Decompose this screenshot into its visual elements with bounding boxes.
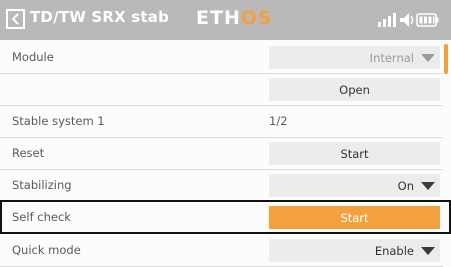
chevron-down-icon xyxy=(421,54,435,62)
row-open: Open xyxy=(0,74,443,106)
self-check-start-button[interactable]: Start xyxy=(269,206,440,229)
chevron-down-icon xyxy=(421,247,435,255)
signal-strength-icon xyxy=(378,13,396,27)
battery-icon xyxy=(416,13,439,27)
stabilizing-select[interactable]: On xyxy=(269,174,440,197)
logo-eth: ETH xyxy=(196,7,241,29)
volume-icon xyxy=(400,13,414,27)
open-button-label: Open xyxy=(339,83,370,97)
module-select-value: Internal xyxy=(369,51,414,65)
quick-mode-label: Quick mode xyxy=(12,243,81,257)
module-select[interactable]: Internal xyxy=(269,46,440,69)
stable-system-label: Stable system 1 xyxy=(12,114,105,128)
back-button[interactable] xyxy=(6,9,25,29)
row-reset: Reset Start xyxy=(0,138,443,170)
row-quick-mode: Quick mode Enable xyxy=(0,235,443,267)
screen: TD/TW SRX stab ETHOS Module Internal Ope… xyxy=(0,0,451,267)
row-stable-system: Stable system 1 1/2 xyxy=(0,106,443,138)
logo-os: OS xyxy=(240,7,273,29)
stabilizing-label: Stabilizing xyxy=(12,178,72,192)
chevron-down-icon xyxy=(421,182,435,190)
ethos-logo: ETHOS xyxy=(196,7,273,29)
row-stabilizing: Stabilizing On xyxy=(0,170,443,202)
quick-mode-select-value: Enable xyxy=(374,244,414,258)
page-title: TD/TW SRX stab xyxy=(30,8,170,26)
quick-mode-select[interactable]: Enable xyxy=(269,239,440,262)
back-arrow-icon xyxy=(11,13,19,25)
self-check-start-label: Start xyxy=(340,211,369,225)
scrollbar[interactable] xyxy=(444,44,448,74)
reset-start-label: Start xyxy=(340,147,369,161)
reset-start-button[interactable]: Start xyxy=(269,142,440,165)
module-label: Module xyxy=(12,50,54,64)
header-bar: TD/TW SRX stab ETHOS xyxy=(0,0,451,40)
stable-system-value: 1/2 xyxy=(269,114,288,128)
row-self-check: Self check Start xyxy=(0,202,443,234)
stabilizing-select-value: On xyxy=(397,179,414,193)
reset-label: Reset xyxy=(12,146,45,160)
open-button[interactable]: Open xyxy=(269,78,440,101)
status-icons xyxy=(378,13,439,27)
row-module: Module Internal xyxy=(0,42,443,74)
self-check-label: Self check xyxy=(12,210,71,224)
